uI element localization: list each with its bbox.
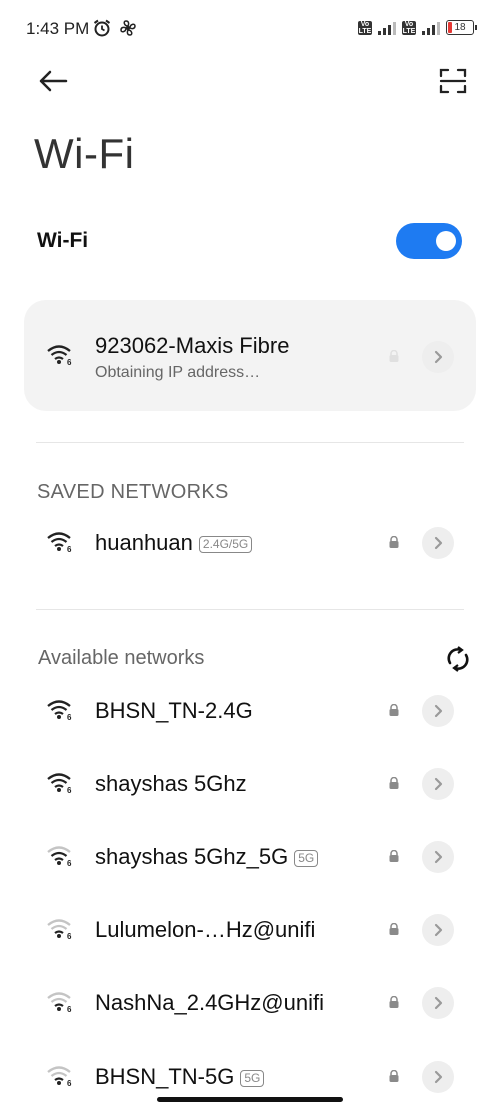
svg-text:6: 6: [67, 786, 72, 794]
svg-text:6: 6: [67, 1005, 72, 1013]
battery-icon: 18: [446, 20, 477, 35]
svg-text:6: 6: [67, 1079, 72, 1087]
page-title: Wi-Fi: [34, 130, 135, 177]
network-name: shayshas 5Ghz_5G 5G: [95, 844, 319, 870]
wifi-toggle-label: Wi-Fi: [37, 229, 89, 252]
svg-text:6: 6: [67, 713, 72, 721]
scan-icon: [439, 68, 467, 94]
refresh-button[interactable]: [444, 645, 472, 673]
signal-icon-2: [422, 21, 440, 35]
band-badge: 2.4G/5G: [198, 535, 253, 553]
network-name: shayshas 5Ghz: [95, 771, 247, 796]
network-details-button[interactable]: [422, 695, 454, 727]
network-name: Lulumelon-…Hz@unifi: [95, 917, 316, 942]
wifi-signal-icon: 6: [47, 700, 72, 721]
divider: [36, 609, 464, 610]
connecting-network-name: 923062-Maxis Fibre: [95, 333, 290, 358]
network-details-button[interactable]: [422, 341, 454, 373]
network-details-button[interactable]: [422, 1061, 454, 1093]
svg-text:6: 6: [67, 545, 72, 553]
chevron-right-icon: [434, 704, 443, 718]
volte-icon-2: Vo LTE: [402, 20, 416, 35]
saved-networks-header: SAVED NETWORKS: [37, 481, 229, 503]
home-indicator[interactable]: [157, 1097, 343, 1102]
chevron-right-icon: [434, 536, 443, 550]
network-name: NashNa_2.4GHz@unifi: [95, 990, 324, 1015]
network-details-button[interactable]: [422, 768, 454, 800]
lock-icon: [389, 1070, 399, 1082]
wifi-signal-icon: 6: [47, 919, 72, 940]
connecting-network-status: Obtaining IP address…: [95, 364, 261, 381]
lock-icon: [389, 850, 399, 862]
volte-icon: Vo LTE: [358, 20, 372, 35]
band-badge: 5G: [240, 1069, 265, 1087]
available-networks-header: Available networks: [38, 647, 205, 669]
status-time: 1:43 PM: [26, 19, 90, 38]
network-name-text: BHSN_TN-5G: [95, 1064, 235, 1089]
band-badge: 5G: [294, 849, 319, 867]
network-details-button[interactable]: [422, 527, 454, 559]
divider: [36, 442, 464, 443]
wifi-signal-icon: 6: [47, 345, 72, 366]
svg-text:6: 6: [67, 859, 72, 867]
wifi-signal-icon: 6: [47, 532, 72, 553]
wifi-signal-icon: 6: [47, 1066, 72, 1087]
signal-icon: [378, 21, 396, 35]
svg-text:6: 6: [67, 358, 72, 366]
wifi-signal-icon: 6: [47, 992, 72, 1013]
chevron-right-icon: [434, 1070, 443, 1084]
network-details-button[interactable]: [422, 987, 454, 1019]
chevron-right-icon: [434, 777, 443, 791]
lock-icon: [389, 536, 399, 548]
lock-icon: [389, 350, 399, 362]
lock-icon: [389, 923, 399, 935]
network-name: BHSN_TN-2.4G: [95, 698, 253, 723]
network-name: BHSN_TN-5G 5G: [95, 1064, 265, 1090]
wifi-toggle[interactable]: [396, 223, 462, 259]
lock-icon: [389, 704, 399, 716]
lock-icon: [389, 777, 399, 789]
scan-qr-button[interactable]: [438, 66, 468, 96]
refresh-icon: [447, 646, 469, 672]
lock-icon: [389, 996, 399, 1008]
battery-level: 18: [454, 22, 466, 33]
network-name: huanhuan 2.4G/5G: [95, 530, 253, 556]
chevron-right-icon: [434, 350, 443, 364]
wifi-signal-icon: 6: [47, 846, 72, 867]
chevron-right-icon: [434, 923, 443, 937]
network-details-button[interactable]: [422, 914, 454, 946]
chevron-right-icon: [434, 850, 443, 864]
fan-icon: [120, 20, 136, 36]
alarm-icon: [93, 19, 111, 37]
back-arrow-icon: [39, 70, 68, 92]
network-name-text: shayshas 5Ghz_5G: [95, 844, 289, 869]
network-name-text: huanhuan: [95, 530, 193, 555]
svg-text:6: 6: [67, 932, 72, 940]
back-button[interactable]: [36, 64, 70, 98]
chevron-right-icon: [434, 996, 443, 1010]
network-details-button[interactable]: [422, 841, 454, 873]
wifi-signal-icon: 6: [47, 773, 72, 794]
